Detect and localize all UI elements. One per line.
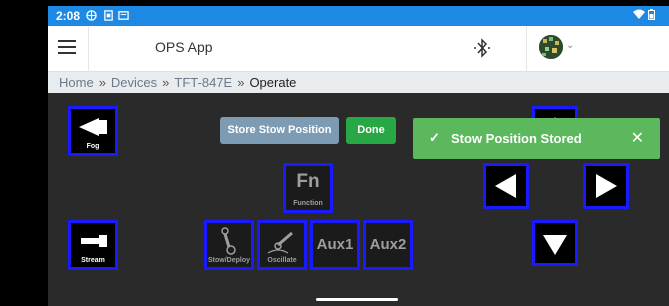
stream-label: Stream bbox=[81, 257, 105, 264]
globe-icon bbox=[86, 10, 97, 21]
wifi-battery-icons bbox=[632, 9, 655, 23]
stow-deploy-icon bbox=[221, 227, 236, 255]
oscillate-label: Oscillate bbox=[267, 257, 297, 264]
gesture-nav-handle[interactable] bbox=[316, 298, 398, 301]
aux1-button[interactable]: Aux1 bbox=[310, 220, 360, 270]
breadcrumb-devices[interactable]: Devices bbox=[111, 75, 157, 90]
aux2-button[interactable]: Aux2 bbox=[363, 220, 413, 270]
close-icon[interactable]: ✕ bbox=[631, 128, 644, 148]
stow-deploy-button[interactable]: Stow/Deploy bbox=[204, 220, 254, 270]
oscillate-button[interactable]: Oscillate bbox=[257, 220, 307, 270]
breadcrumb-device[interactable]: TFT-847E bbox=[174, 75, 232, 90]
arrow-right-icon bbox=[596, 174, 617, 198]
breadcrumb-separator: » bbox=[98, 75, 106, 90]
wifi-icon bbox=[632, 9, 645, 19]
breadcrumb: Home » Devices » TFT-847E » Operate bbox=[48, 72, 669, 93]
stow-deploy-label: Stow/Deploy bbox=[207, 257, 250, 264]
arrow-left-icon bbox=[495, 174, 516, 198]
bluetooth-icon[interactable] bbox=[472, 37, 492, 59]
sim-icon bbox=[104, 10, 113, 21]
arrow-down-icon bbox=[543, 235, 567, 255]
arrow-down-button[interactable] bbox=[532, 220, 578, 266]
avatar[interactable] bbox=[539, 35, 563, 59]
app-bar: OPS App ⌄ bbox=[48, 26, 669, 72]
fog-label: Fog bbox=[86, 143, 100, 150]
battery-icon bbox=[648, 9, 655, 20]
breadcrumb-current: Operate bbox=[249, 75, 297, 90]
app-title: OPS App bbox=[155, 39, 213, 55]
aux2-label: Aux2 bbox=[369, 236, 407, 253]
function-label: Function bbox=[293, 200, 323, 207]
aux1-label: Aux1 bbox=[316, 236, 354, 253]
status-bar: 2:08 bbox=[48, 6, 669, 26]
check-icon: ✓ bbox=[429, 130, 440, 145]
function-big-label: Fn bbox=[296, 171, 320, 192]
fog-button[interactable]: Fog bbox=[68, 106, 118, 156]
status-time: 2:08 bbox=[56, 9, 81, 23]
app-bar-divider bbox=[526, 26, 527, 72]
function-button[interactable]: Fn Function bbox=[283, 163, 333, 213]
menu-icon[interactable] bbox=[58, 40, 76, 54]
fog-nozzle-icon bbox=[79, 118, 107, 136]
chevron-down-icon[interactable]: ⌄ bbox=[566, 40, 574, 51]
arrow-left-button[interactable] bbox=[483, 163, 529, 209]
stream-button[interactable]: Stream bbox=[68, 220, 118, 270]
avatar-icon bbox=[539, 35, 563, 59]
breadcrumb-separator: » bbox=[162, 75, 170, 90]
store-stow-position-button[interactable]: Store Stow Position bbox=[220, 117, 339, 144]
stream-nozzle-icon bbox=[81, 235, 107, 247]
card-icon bbox=[118, 11, 129, 20]
oscillate-icon bbox=[267, 231, 293, 254]
toast-message: Stow Position Stored bbox=[451, 131, 582, 146]
arrow-right-button[interactable] bbox=[583, 163, 629, 209]
breadcrumb-separator: » bbox=[237, 75, 245, 90]
app-screen: 2:08 OPS App ⌄ Home » Devices » TFT-847E »… bbox=[48, 6, 669, 306]
app-bar-divider bbox=[88, 26, 89, 72]
success-toast: ✓ Stow Position Stored ✕ bbox=[413, 118, 660, 159]
breadcrumb-home[interactable]: Home bbox=[59, 75, 94, 90]
done-button[interactable]: Done bbox=[346, 117, 396, 144]
